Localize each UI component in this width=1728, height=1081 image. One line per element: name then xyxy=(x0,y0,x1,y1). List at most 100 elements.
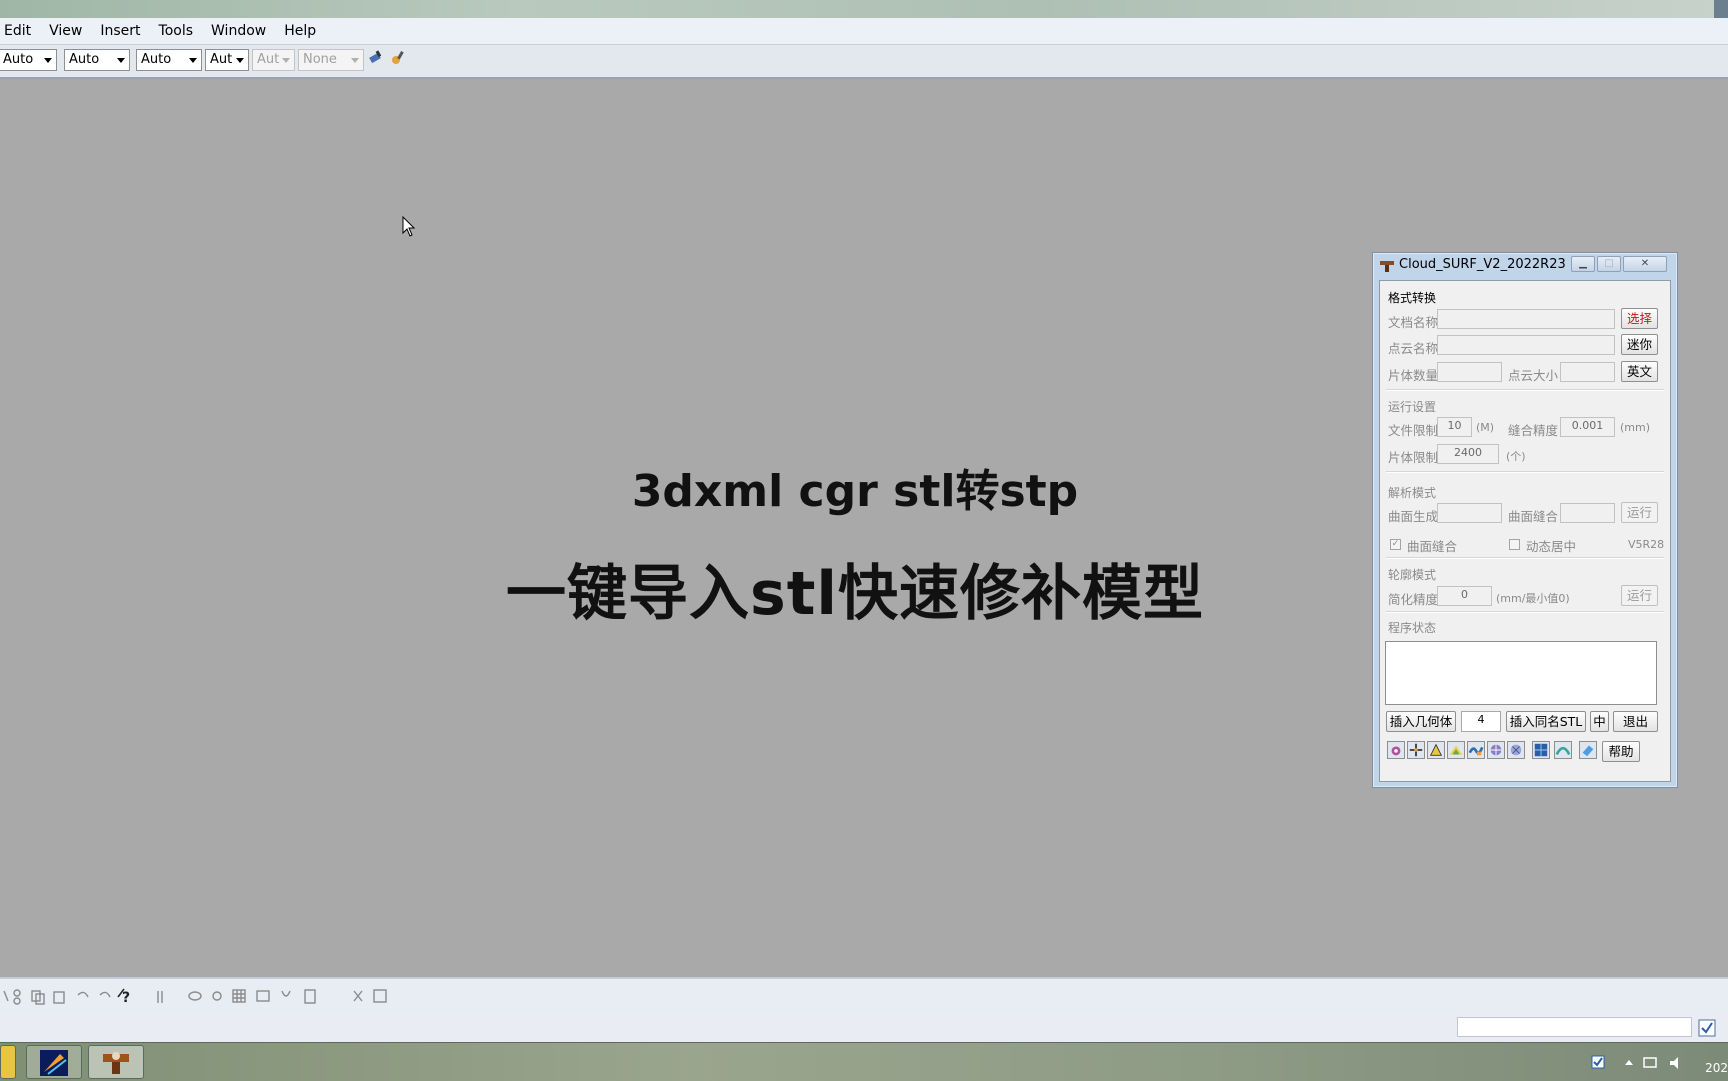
chevron-down-icon xyxy=(189,58,197,63)
minimize-button[interactable]: ▁ xyxy=(1571,256,1595,272)
patch-limit-unit: (个) xyxy=(1506,450,1526,463)
line-thickness-combo[interactable]: Auto xyxy=(136,49,202,71)
maximize-icon: □ xyxy=(1604,258,1614,269)
status-textarea[interactable] xyxy=(1385,641,1657,705)
cloud-name-label: 点云名称 xyxy=(1388,341,1439,356)
section-parse-mode: 解析模式 xyxy=(1388,486,1437,500)
window-title-strip xyxy=(0,0,1728,18)
surface-icon[interactable] xyxy=(1447,741,1465,759)
clock[interactable]: 202 xyxy=(1705,1061,1728,1075)
wave-surface-icon[interactable] xyxy=(1467,741,1485,759)
linetype-combo[interactable]: Aut xyxy=(205,49,249,71)
file-limit-input[interactable]: 10 xyxy=(1437,417,1472,437)
help-button[interactable]: 帮助 xyxy=(1602,741,1640,762)
cloud-size-label: 点云大小 xyxy=(1508,368,1559,383)
file-limit-value: 10 xyxy=(1447,419,1462,432)
mesh-icon[interactable] xyxy=(1387,741,1405,759)
run-parse-button[interactable]: 运行 xyxy=(1621,502,1658,523)
cloudsurf-app-icon xyxy=(103,1052,129,1074)
exit-button[interactable]: 退出 xyxy=(1613,711,1658,732)
point-symbol-combo-value: Aut xyxy=(257,52,280,67)
stitch-checkbox[interactable]: ✓ xyxy=(1390,539,1401,550)
menu-help[interactable]: Help xyxy=(278,23,328,39)
points-icon[interactable] xyxy=(1407,741,1425,759)
cloud-surf-dialog: Cloud_SURF_V2_2022R23 ▁ □ ✕ 格式转换 文档名称 选择… xyxy=(1372,252,1678,788)
patch-limit-label: 片体限制 xyxy=(1388,450,1439,465)
command-input[interactable] xyxy=(1457,1017,1692,1037)
simplify-label: 简化精度 xyxy=(1388,592,1439,607)
chevron-down-icon xyxy=(117,58,125,63)
surface-gen-input[interactable] xyxy=(1437,503,1502,523)
patch-count-input[interactable] xyxy=(1437,362,1502,382)
cloud-name-input[interactable] xyxy=(1437,335,1615,355)
doc-name-label: 文档名称 xyxy=(1388,315,1439,330)
stitch-precision-value: 0.001 xyxy=(1571,419,1604,432)
maximize-button: □ xyxy=(1597,256,1621,272)
doc-name-input[interactable] xyxy=(1437,309,1615,329)
section-run-settings: 运行设置 xyxy=(1388,400,1437,414)
taskbar-cloudsurf-button[interactable] xyxy=(88,1045,144,1079)
transparency-combo-value: Auto xyxy=(69,52,100,67)
run-contour-button[interactable]: 运行 xyxy=(1621,585,1658,606)
chevron-down-icon xyxy=(236,58,244,63)
dialog-title: Cloud_SURF_V2_2022R23 xyxy=(1399,257,1566,272)
scan-icon[interactable] xyxy=(1427,741,1445,759)
separator xyxy=(1386,611,1664,613)
cloud-size-input[interactable] xyxy=(1560,362,1615,382)
simplify-unit: (mm/最小值0) xyxy=(1496,592,1570,605)
zhong-button[interactable]: 中 xyxy=(1590,711,1609,732)
english-button[interactable]: 英文 xyxy=(1621,361,1658,382)
dynamic-center-label: 动态居中 xyxy=(1526,539,1577,554)
grid-sphere-icon[interactable] xyxy=(1487,741,1505,759)
blue-tiles-icon[interactable] xyxy=(1532,741,1550,759)
arc-surface-icon[interactable] xyxy=(1554,741,1572,759)
menu-insert[interactable]: Insert xyxy=(94,23,152,39)
stitch-precision-unit: (mm) xyxy=(1620,421,1651,434)
svg-text:?: ? xyxy=(122,990,130,1006)
patch-limit-input[interactable]: 2400 xyxy=(1437,444,1499,464)
patch-count-label: 片体数量 xyxy=(1388,368,1439,383)
point-symbol-combo: Aut xyxy=(252,49,295,71)
catia-icon xyxy=(40,1050,68,1076)
close-button[interactable]: ✕ xyxy=(1623,256,1667,272)
segment-icon[interactable] xyxy=(1507,741,1525,759)
menu-view[interactable]: View xyxy=(43,23,94,39)
grid-icon[interactable] xyxy=(350,987,390,1007)
insert-stl-button[interactable]: 插入同名STL xyxy=(1506,711,1586,732)
section-status: 程序状态 xyxy=(1388,621,1437,635)
taskbar-app-button[interactable] xyxy=(26,1045,82,1079)
menu-tools[interactable]: Tools xyxy=(153,23,206,39)
insert-count-input[interactable]: 4 xyxy=(1461,711,1501,732)
dynamic-center-checkbox[interactable] xyxy=(1509,539,1520,550)
system-tray-icons[interactable] xyxy=(1590,1053,1710,1073)
stitch-checkbox-label: 曲面缝合 xyxy=(1407,539,1458,554)
window-corner-button[interactable] xyxy=(1714,0,1728,18)
separator xyxy=(1386,471,1664,473)
properties-brush-icon[interactable] xyxy=(390,50,406,66)
eraser-icon[interactable] xyxy=(1579,741,1597,759)
menu-edit[interactable]: Edit xyxy=(0,23,43,39)
standard-toolbar-icons: ? xyxy=(3,988,316,1006)
taskbar: 202 xyxy=(0,1042,1728,1081)
insert-count-value: 4 xyxy=(1477,713,1485,726)
surface-stitch-input[interactable] xyxy=(1560,503,1615,523)
select-button[interactable]: 选择 xyxy=(1621,308,1658,329)
standard-toolbar: ? xyxy=(0,977,1728,1014)
transparency-combo[interactable]: Auto xyxy=(64,49,130,71)
stitch-precision-label: 缝合精度 xyxy=(1508,423,1559,438)
separator xyxy=(1386,557,1664,559)
simplify-input[interactable]: 0 xyxy=(1437,586,1492,606)
menu-bar: Edit View Insert Tools Window Help xyxy=(0,18,1728,45)
menu-window[interactable]: Window xyxy=(205,23,278,39)
status-checkbox-icon[interactable] xyxy=(1698,1019,1716,1037)
taskbar-folder-button[interactable] xyxy=(0,1045,16,1079)
section-format: 格式转换 xyxy=(1388,291,1437,305)
mini-button[interactable]: 迷你 xyxy=(1621,334,1658,355)
stitch-precision-input[interactable]: 0.001 xyxy=(1560,417,1615,437)
color-combo[interactable]: Auto xyxy=(0,49,57,71)
insert-geometry-button[interactable]: 插入几何体 xyxy=(1386,711,1456,732)
app-icon xyxy=(1380,261,1394,272)
file-limit-unit: (M) xyxy=(1476,421,1495,434)
simplify-value: 0 xyxy=(1461,588,1468,601)
painter-icon[interactable] xyxy=(368,50,384,66)
